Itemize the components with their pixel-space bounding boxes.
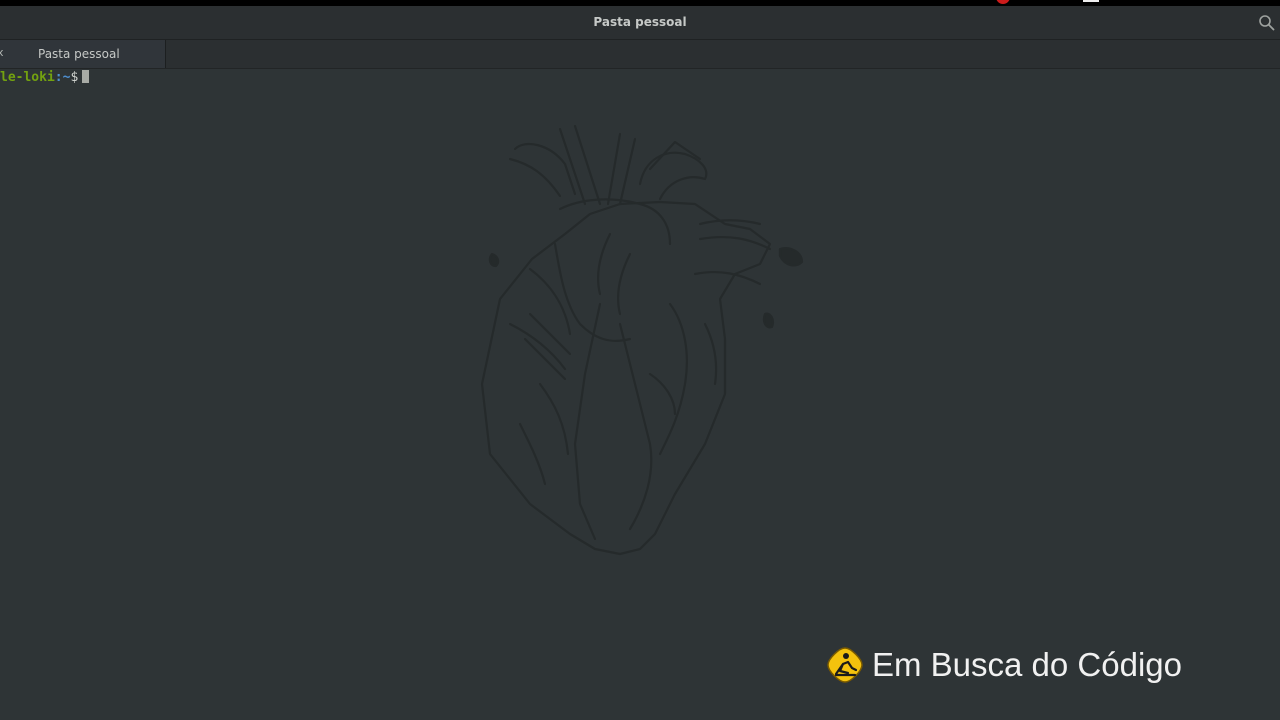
prompt-symbol: $	[70, 70, 79, 85]
search-icon[interactable]	[1258, 14, 1276, 32]
window-title: Pasta pessoal	[593, 15, 687, 29]
text-cursor	[82, 70, 90, 83]
em-busca-do-codigo-logo	[827, 647, 863, 683]
tab-pasta-pessoal[interactable]: x Pasta pessoal	[0, 40, 166, 68]
tab-label: Pasta pessoal	[38, 47, 120, 61]
terminal-area[interactable]: le-loki:~$ Em Busca do Código	[0, 69, 1280, 720]
window-titlebar: Pasta pessoal	[0, 6, 1280, 40]
watermark-text: Em Busca do Código	[872, 646, 1183, 683]
panel-indicator[interactable]	[1083, 0, 1099, 2]
tab-close-icon[interactable]: x	[0, 46, 4, 59]
prompt-separator: :	[54, 70, 63, 85]
notification-indicator[interactable]	[996, 0, 1010, 4]
shell-prompt: le-loki:~$	[0, 70, 90, 86]
anatomical-heart-image	[480, 124, 804, 556]
watermark: Em Busca do Código	[826, 644, 1182, 686]
prompt-host: le-loki	[0, 70, 55, 85]
tab-bar: x Pasta pessoal	[0, 40, 1280, 69]
